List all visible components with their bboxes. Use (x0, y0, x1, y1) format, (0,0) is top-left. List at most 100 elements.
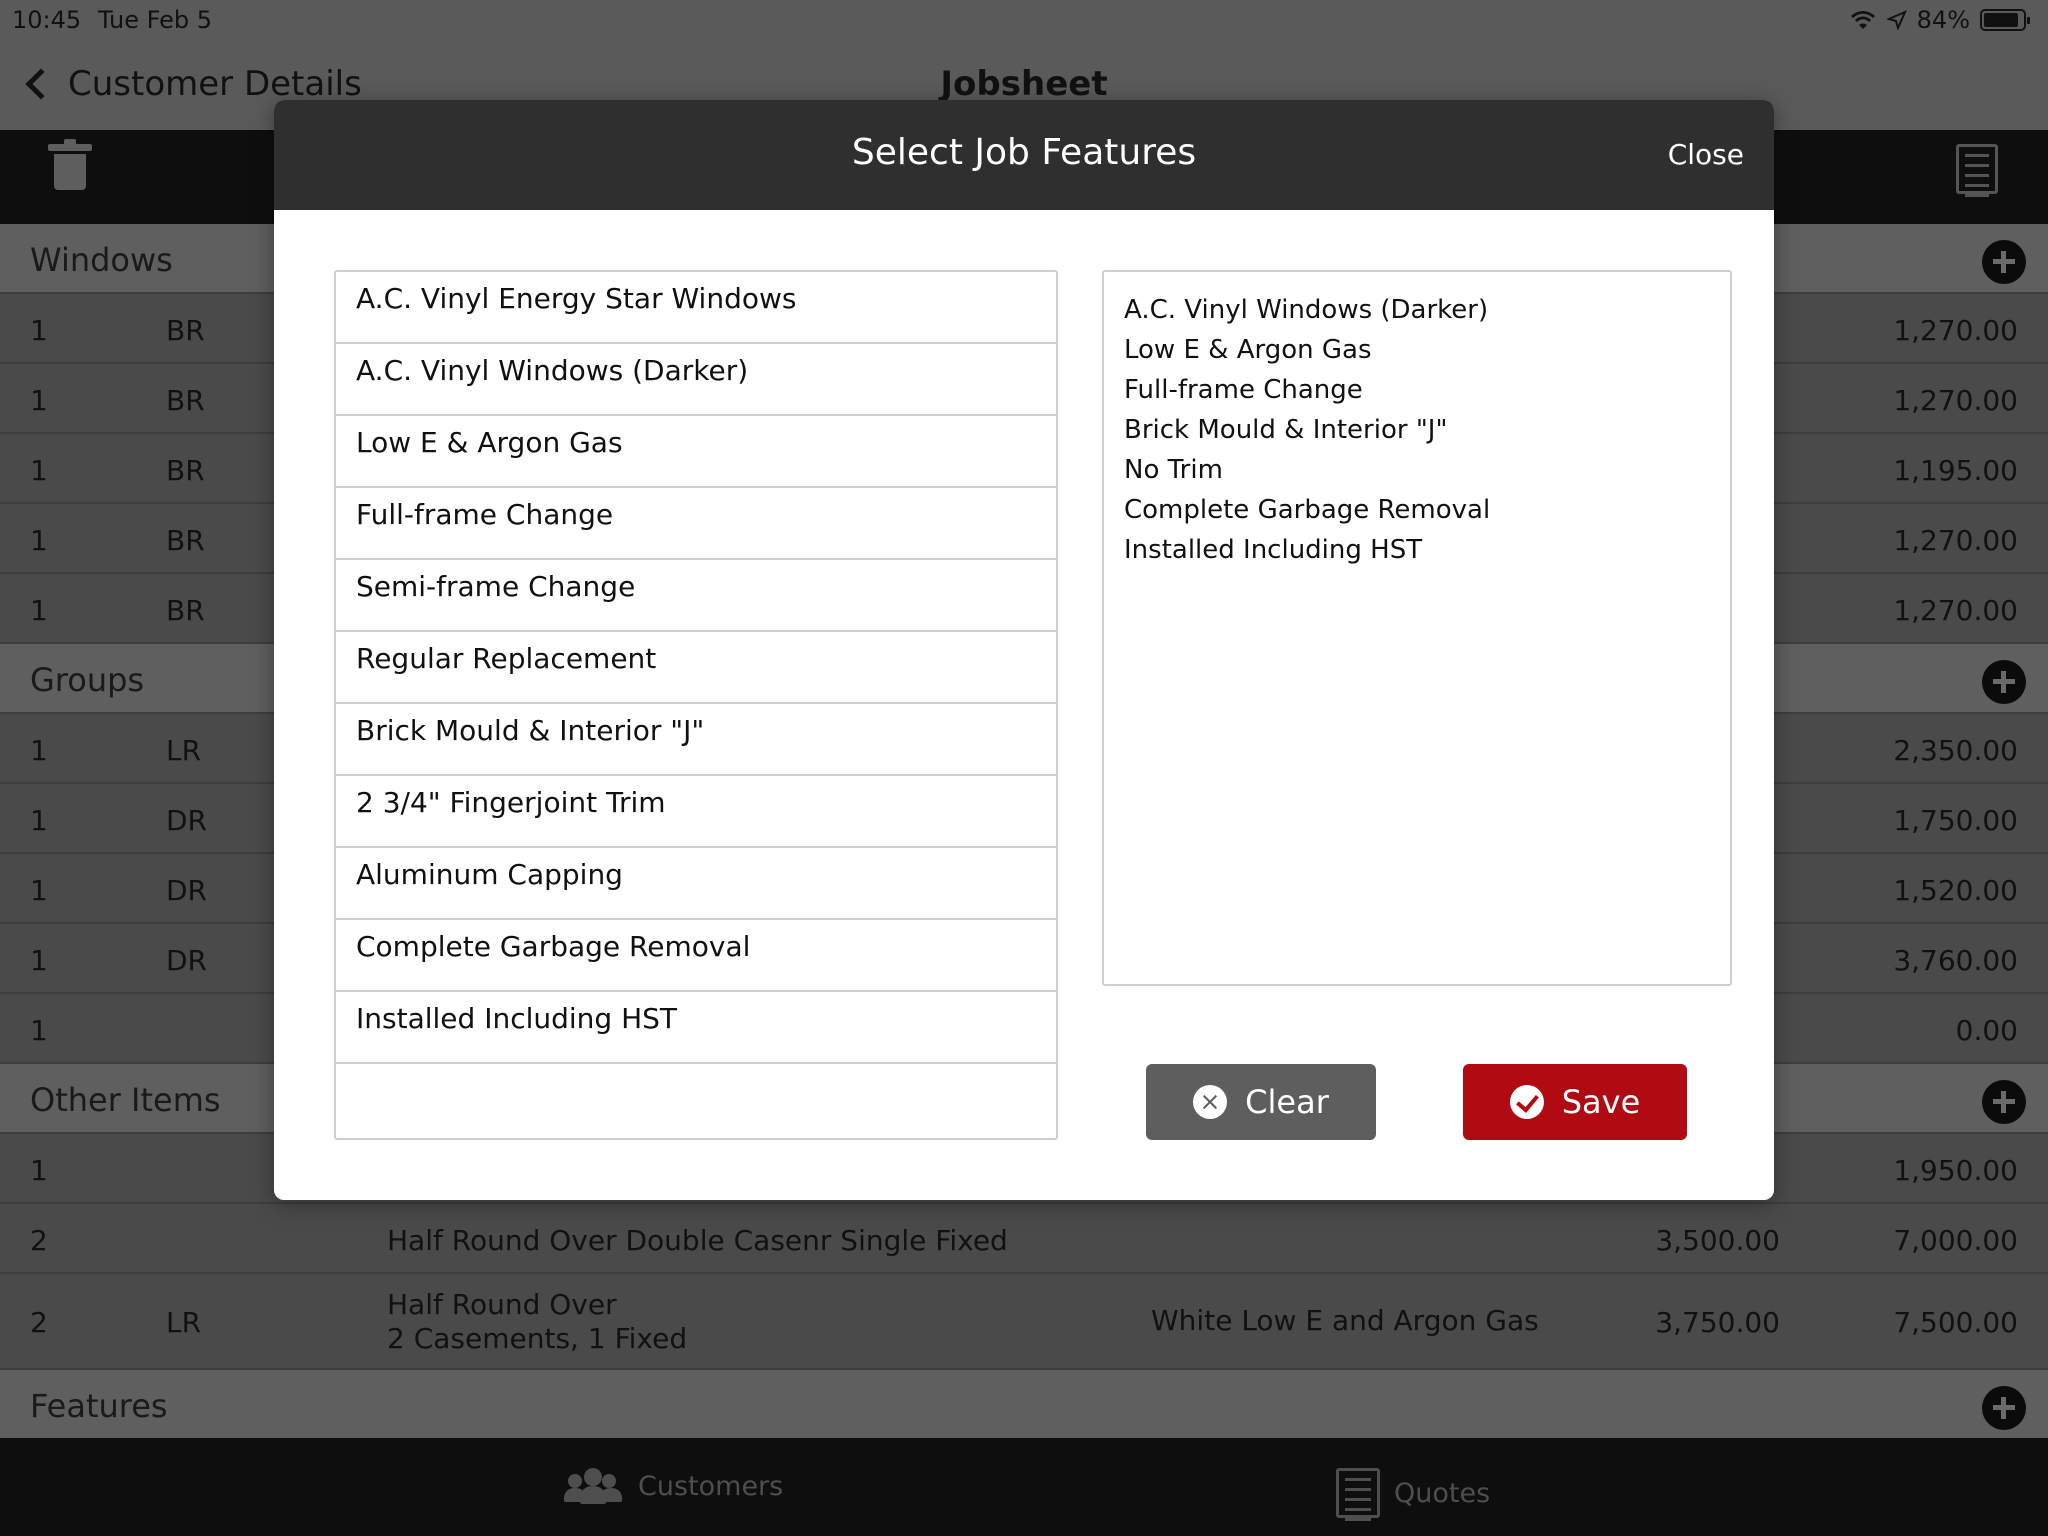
row-room: DR (166, 874, 208, 907)
row-total: 1,270.00 (1893, 314, 2018, 347)
selected-feature: No Trim (1124, 455, 1223, 485)
section-title: Other Items (30, 1081, 221, 1119)
selected-feature: Installed Including HST (1124, 535, 1423, 565)
tab-quotes[interactable]: Quotes (1336, 1468, 1491, 1521)
row-qty: 1 (30, 454, 48, 487)
modal-title: Select Job Features (851, 132, 1197, 173)
row-total: 0.00 (1955, 1014, 2018, 1047)
list-item[interactable]: Semi-frame Change (336, 560, 1056, 632)
clear-button[interactable]: Clear (1146, 1064, 1376, 1140)
row-qty: 2 (30, 1224, 48, 1257)
tab-customers-label: Customers (638, 1470, 784, 1502)
row-total: 1,270.00 (1893, 594, 2018, 627)
row-total: 7,500.00 (1893, 1306, 2018, 1339)
row-room: BR (166, 524, 205, 557)
modal-header: Select Job Features Close (274, 100, 1774, 210)
selected-feature: Brick Mould & Interior "J" (1124, 415, 1448, 445)
section-features: Features (0, 1370, 2048, 1440)
row-room: LR (166, 734, 202, 767)
row-description: Half Round Over Double Casenr Single Fix… (387, 1224, 1008, 1257)
row-unit-price: 3,750.00 (1655, 1306, 1780, 1339)
status-date: Tue Feb 5 (98, 6, 213, 34)
row-total: 3,760.00 (1893, 944, 2018, 977)
clear-circle-icon (1193, 1085, 1228, 1119)
selected-feature: Complete Garbage Removal (1124, 495, 1491, 525)
row-qty: 1 (30, 734, 48, 767)
row-qty: 1 (30, 944, 48, 977)
row-unit-price: 3,500.00 (1655, 1224, 1780, 1257)
status-bar: 10:45 Tue Feb 5 84% (0, 0, 2048, 40)
row-qty: 2 (30, 1306, 48, 1339)
row-total: 7,000.00 (1893, 1224, 2018, 1257)
list-item[interactable]: Regular Replacement (336, 632, 1056, 704)
list-item[interactable]: A.C. Vinyl Windows (Darker) (336, 344, 1056, 416)
document-icon[interactable] (1956, 144, 1998, 197)
row-room: LR (166, 1306, 202, 1339)
save-button[interactable]: Save (1463, 1064, 1687, 1140)
list-item[interactable]: Complete Garbage Removal (336, 920, 1056, 992)
selected-feature: Full-frame Change (1124, 375, 1363, 405)
checkmark-circle-icon (1509, 1085, 1544, 1119)
trash-icon[interactable] (48, 139, 92, 190)
row-total: 1,270.00 (1893, 384, 2018, 417)
row-room: BR (166, 454, 205, 487)
save-label: Save (1561, 1083, 1641, 1121)
tab-customers[interactable]: Customers (564, 1468, 783, 1504)
row-qty: 1 (30, 384, 48, 417)
row-qty: 1 (30, 314, 48, 347)
row-option: White Low E and Argon Gas (1151, 1304, 1539, 1337)
location-icon (1886, 10, 1907, 30)
people-icon (564, 1468, 624, 1504)
row-total: 1,950.00 (1893, 1154, 2018, 1187)
row-qty: 1 (30, 1154, 48, 1187)
add-window-icon[interactable] (1982, 240, 2026, 284)
section-title: Features (30, 1387, 168, 1425)
row-room: BR (166, 314, 205, 347)
row-description-line1: Half Round Over (387, 1288, 617, 1321)
row-qty: 1 (30, 804, 48, 837)
row-total: 2,350.00 (1893, 734, 2018, 767)
row-room: BR (166, 384, 205, 417)
table-row[interactable]: 2 LR Half Round Over 2 Casements, 1 Fixed Wh… (0, 1274, 2048, 1370)
feature-options-list: A.C. Vinyl Energy Star Windows A.C. Viny… (334, 270, 1058, 1140)
clear-label: Clear (1245, 1083, 1329, 1121)
section-title: Windows (30, 241, 173, 279)
status-time: 10:45 (12, 6, 82, 34)
close-button[interactable]: Close (1668, 138, 1744, 171)
select-job-features-modal: Select Job Features Close A.C. Vinyl Ene… (274, 100, 1774, 1200)
row-qty: 1 (30, 874, 48, 907)
add-other-item-icon[interactable] (1982, 1080, 2026, 1124)
list-item[interactable]: Full-frame Change (336, 488, 1056, 560)
status-right: 84% (1849, 6, 2030, 34)
row-description: Half Round Over 2 Casements, 1 Fixed (387, 1288, 687, 1356)
battery-icon (1980, 9, 2030, 31)
section-title: Groups (30, 661, 145, 699)
selected-features-box[interactable]: A.C. Vinyl Windows (Darker) Low E & Argo… (1102, 270, 1732, 986)
row-description-line2: 2 Casements, 1 Fixed (387, 1322, 688, 1355)
document-list-icon (1336, 1468, 1380, 1521)
add-feature-icon[interactable] (1982, 1386, 2026, 1430)
add-group-icon[interactable] (1982, 660, 2026, 704)
row-qty: 1 (30, 524, 48, 557)
list-item[interactable]: A.C. Vinyl Energy Star Windows (336, 272, 1056, 344)
battery-percent: 84% (1916, 6, 1970, 34)
selected-feature: Low E & Argon Gas (1124, 335, 1372, 365)
list-item[interactable]: Brick Mould & Interior "J" (336, 704, 1056, 776)
row-total: 1,750.00 (1893, 804, 2018, 837)
row-qty: 1 (30, 1014, 48, 1047)
row-qty: 1 (30, 594, 48, 627)
list-item[interactable]: Low E & Argon Gas (336, 416, 1056, 488)
list-item[interactable]: Aluminum Capping (336, 848, 1056, 920)
selected-feature: A.C. Vinyl Windows (Darker) (1124, 295, 1489, 325)
row-total: 1,195.00 (1893, 454, 2018, 487)
row-room: DR (166, 944, 208, 977)
list-item[interactable]: 2 3/4" Fingerjoint Trim (336, 776, 1056, 848)
page-title: Jobsheet (940, 64, 1108, 104)
wifi-icon (1850, 11, 1875, 29)
row-total: 1,520.00 (1893, 874, 2018, 907)
row-total: 1,270.00 (1893, 524, 2018, 557)
list-item[interactable]: Installed Including HST (336, 992, 1056, 1064)
tab-quotes-label: Quotes (1394, 1477, 1491, 1509)
row-room: DR (166, 804, 208, 837)
table-row[interactable]: 2 Half Round Over Double Casenr Single Fi… (0, 1204, 2048, 1274)
